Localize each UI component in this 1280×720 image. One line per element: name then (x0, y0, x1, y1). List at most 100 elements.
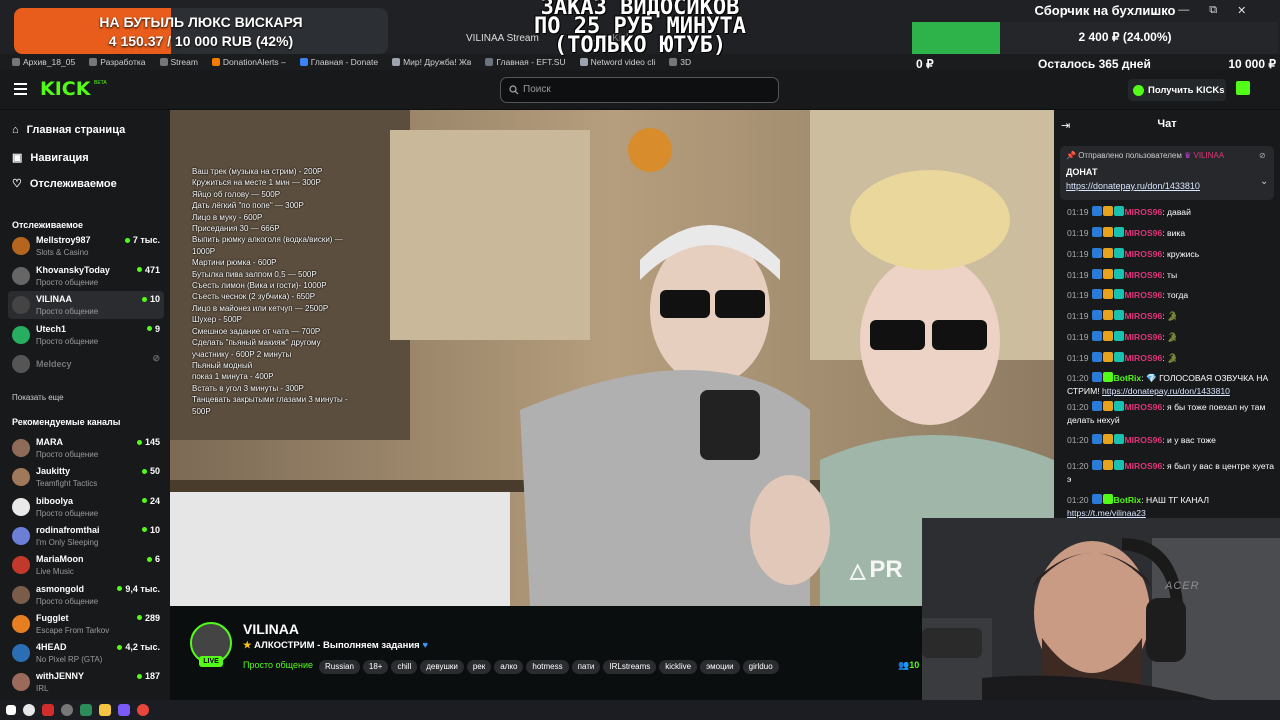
app-icon[interactable] (118, 704, 130, 716)
bookmark-item[interactable]: Stream (159, 57, 198, 67)
chat-badge-icon (1091, 372, 1102, 382)
sidebar-channel[interactable]: KhovanskyToday Просто общение 471 (8, 262, 164, 290)
sidebar-channel[interactable]: Fugglet Escape From Tarkov 289 (8, 610, 164, 638)
message-username[interactable]: BotRix (1114, 373, 1142, 383)
channel-category: I'm Only Sleeping (36, 537, 99, 547)
home-icon: ⌂ (12, 124, 19, 136)
sidebar-channel[interactable]: Utech1 Просто общение 9 (8, 321, 164, 349)
yandex-browser-icon[interactable] (23, 704, 35, 716)
chat-badge-icon (1102, 352, 1113, 362)
sidebar-nav-home[interactable]: ⌂ Главная страница (12, 124, 125, 136)
close-window-icon[interactable]: ✕ (1237, 4, 1246, 17)
bookmark-favicon-icon (579, 58, 588, 66)
message-username[interactable]: MIROS96 (1125, 290, 1163, 300)
sidebar-channel[interactable]: Mellstroy987 Slots & Casino 7 тыс. (8, 232, 164, 260)
message-link[interactable]: https://t.me/vilinaa23 (1067, 508, 1146, 518)
app-icon[interactable] (42, 704, 54, 716)
message-username[interactable]: MIROS96 (1125, 353, 1163, 363)
windows-start-icon[interactable] (6, 705, 16, 715)
bookmark-item[interactable]: Разработка (89, 57, 146, 67)
sidebar-channel[interactable]: withJENNY IRL 187 (8, 668, 164, 696)
bookmark-item[interactable]: DonationAlerts – (211, 57, 286, 67)
price-list-line: Выпить рюмку алкоголя (водка/виски) — (192, 235, 343, 245)
message-username[interactable]: MIROS96 (1125, 228, 1163, 238)
hamburger-menu-icon[interactable] (14, 83, 27, 95)
stream-tag[interactable]: рек (466, 660, 492, 674)
app-icon[interactable] (80, 704, 92, 716)
sidebar-channel[interactable]: Meldecy ⊘ (8, 350, 164, 378)
stream-tag[interactable]: girlduo (742, 660, 779, 674)
price-list-line: Дать лёгкий "по попе" — 300Р (192, 201, 304, 211)
pinned-link[interactable]: https://donatepay.ru/don/1433810 (1066, 181, 1200, 191)
message-username[interactable]: MIROS96 (1125, 402, 1163, 412)
viewer-count: 471 (136, 265, 160, 275)
channel-name[interactable]: VILINAA (243, 621, 299, 637)
message-username[interactable]: MIROS96 (1125, 461, 1163, 471)
chevron-down-icon[interactable]: ⌄ (1260, 176, 1268, 187)
sidebar-nav-following[interactable]: ♡ Отслеживаемое (12, 177, 117, 191)
user-avatar-icon[interactable] (1236, 81, 1250, 95)
sidebar-nav-browse[interactable]: ▣ Навигация (12, 151, 89, 165)
category-link[interactable]: Просто общение (243, 660, 313, 670)
message-username[interactable]: MIROS96 (1125, 311, 1163, 321)
stream-tag[interactable]: 18+ (362, 660, 389, 674)
get-kicks-button[interactable]: Получить KICKs (1128, 79, 1226, 101)
message-time: 01:20 (1067, 435, 1089, 445)
bookmark-label: 3D (680, 57, 692, 67)
stream-tag[interactable]: hotmess (526, 660, 569, 674)
bookmark-label: Мир! Дружба! Жв (403, 57, 472, 67)
sidebar-channel[interactable]: biboolya Просто общение 24 (8, 493, 164, 521)
viewer-count: 6 (146, 554, 160, 564)
app-icon[interactable] (61, 704, 73, 716)
bookmark-favicon-icon (669, 58, 678, 66)
message-username[interactable]: MIROS96 (1125, 207, 1163, 217)
chat-badge-icon (1113, 460, 1124, 470)
chat-badge-icon (1091, 248, 1102, 258)
bookmark-item[interactable]: Главная - Donate (299, 57, 378, 67)
bookmark-item[interactable]: Архив_18_05 (12, 57, 75, 67)
kick-logo[interactable]: KICK (40, 78, 90, 100)
stream-tag[interactable]: алко (494, 660, 524, 674)
message-text: 🐊 (1167, 332, 1178, 342)
file-explorer-icon[interactable] (99, 704, 111, 716)
bookmark-item[interactable]: Netword video cli (579, 57, 655, 67)
message-username[interactable]: MIROS96 (1125, 332, 1163, 342)
message-username[interactable]: MIROS96 (1125, 435, 1163, 445)
message-username[interactable]: MIROS96 (1125, 249, 1163, 259)
sidebar-channel[interactable]: asmongold Просто общение 9,4 тыс. (8, 581, 164, 609)
search-icon (509, 85, 519, 95)
bookmark-item[interactable]: Главная - EFT.SU (485, 57, 566, 67)
stream-tag[interactable]: пати (571, 660, 601, 674)
stream-tag[interactable]: девушки (420, 660, 464, 674)
sidebar-channel[interactable]: MariaMoon Live Music 6 (8, 551, 164, 579)
stream-tag[interactable]: IRLstreams (603, 660, 657, 674)
message-username[interactable]: MIROS96 (1125, 270, 1163, 280)
price-list-line: показ 1 минута - 400Р (192, 372, 274, 382)
sidebar-channel[interactable]: 4HEAD No Pixel RP (GTA) 4,2 тыс. (8, 639, 164, 667)
stream-tag[interactable]: Russian (318, 660, 360, 674)
channel-avatar (12, 556, 30, 575)
sidebar-channel[interactable]: rodinafromthai I'm Only Sleeping 10 (8, 522, 164, 550)
live-dot-icon (136, 673, 142, 679)
goal-left-progress-text: 4 150.37 / 10 000 RUB (42%) (108, 33, 294, 49)
bookmark-item[interactable]: Мир! Дружба! Жв (392, 57, 471, 67)
bookmark-label: DonationAlerts – (222, 57, 286, 67)
stream-tag[interactable]: kicklive (659, 660, 698, 674)
sidebar-channel[interactable]: VILINAA Просто общение 10 (8, 291, 164, 319)
unpin-icon[interactable]: ⊘ (1259, 151, 1266, 160)
channel-category: Просто общение (36, 508, 99, 518)
heart-icon: ♥ (422, 640, 428, 651)
channel-avatar (12, 325, 30, 344)
bookmark-item[interactable]: 3D (669, 57, 691, 67)
message-link[interactable]: https://donatepay.ru/don/1433810 (1102, 386, 1230, 396)
sidebar-channel[interactable]: Jaukitty Teamfight Tactics 50 (8, 463, 164, 491)
maximize-icon[interactable]: ⧉ (1209, 4, 1217, 17)
chrome-icon[interactable] (137, 704, 149, 716)
sidebar-channel[interactable]: MARA Просто общение 145 (8, 434, 164, 462)
chat-badge-icon (1091, 289, 1102, 299)
search-input[interactable]: Поиск (500, 77, 779, 103)
stream-tag[interactable]: chill (391, 660, 418, 674)
show-more-link[interactable]: Показать еще (12, 393, 64, 402)
stream-tag[interactable]: эмоции (700, 660, 740, 674)
message-username[interactable]: BotRix (1114, 495, 1142, 505)
